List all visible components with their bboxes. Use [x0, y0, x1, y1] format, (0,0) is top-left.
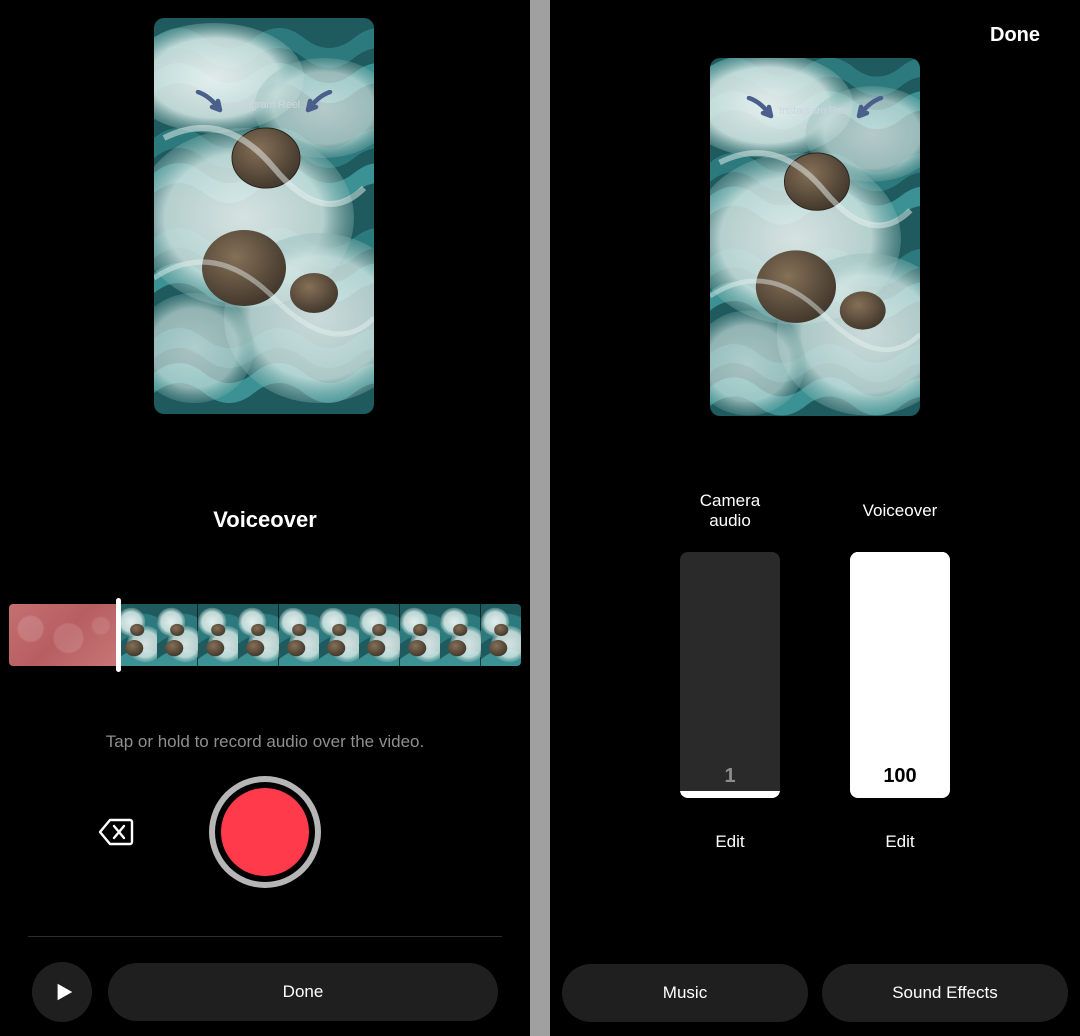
timeline-frames [117, 604, 521, 666]
timeline-playhead[interactable] [116, 598, 121, 672]
timeline-frame [359, 604, 399, 666]
timeline-frame [238, 604, 278, 666]
channel-label: Camera audio [700, 488, 760, 534]
timeline[interactable] [9, 604, 521, 666]
audio-mixer: Camera audio 1 Edit Voiceover 100 Edit [550, 488, 1080, 852]
timeline-recorded-region [9, 604, 117, 666]
sound-effects-button[interactable]: Sound Effects [822, 964, 1068, 1022]
arrow-down-right-icon [745, 96, 775, 126]
timeline-frame [319, 604, 359, 666]
camera-audio-slider[interactable]: 1 [680, 552, 780, 798]
timeline-frame [400, 604, 440, 666]
thumbnail-overlay-text: Instagram Reel [228, 99, 300, 111]
timeline-frame [157, 604, 197, 666]
slider-value: 1 [680, 765, 780, 788]
record-hint: Tap or hold to record audio over the vid… [0, 732, 530, 752]
delete-recording-button[interactable] [98, 814, 134, 850]
arrow-down-left-icon [855, 96, 885, 126]
voiceover-channel: Voiceover 100 Edit [838, 488, 962, 852]
play-button[interactable] [32, 962, 92, 1022]
arrow-down-left-icon [304, 90, 334, 120]
voiceover-screen: Instagram Reel Voiceover Tap or hold to … [0, 0, 530, 1036]
timeline-frame [481, 604, 521, 666]
play-icon [53, 981, 75, 1003]
slider-handle[interactable] [850, 552, 950, 554]
thumbnail-overlay-text: Instagram Reel [779, 105, 851, 117]
slider-value: 100 [850, 765, 950, 788]
camera-audio-channel: Camera audio 1 Edit [668, 488, 792, 852]
timeline-frame [198, 604, 238, 666]
done-button[interactable]: Done [990, 24, 1040, 47]
timeline-frame [440, 604, 480, 666]
record-button[interactable] [209, 776, 321, 888]
edit-voiceover-button[interactable]: Edit [885, 832, 914, 852]
video-thumbnail: Instagram Reel [710, 58, 920, 416]
arrow-down-right-icon [194, 90, 224, 120]
done-button[interactable]: Done [108, 963, 498, 1021]
edit-camera-audio-button[interactable]: Edit [715, 832, 744, 852]
channel-label: Voiceover [863, 488, 938, 534]
screen-title: Voiceover [0, 507, 530, 533]
timeline-frame [279, 604, 319, 666]
slider-handle[interactable] [680, 791, 780, 796]
separator [28, 936, 502, 937]
voiceover-slider[interactable]: 100 [850, 552, 950, 798]
audio-mix-screen: Done Instagram Reel Camera audio 1 [550, 0, 1080, 1036]
pane-divider [530, 0, 550, 1036]
video-thumbnail: Instagram Reel [154, 18, 374, 414]
record-icon [221, 788, 309, 876]
timeline-frame [117, 604, 157, 666]
music-button[interactable]: Music [562, 964, 808, 1022]
